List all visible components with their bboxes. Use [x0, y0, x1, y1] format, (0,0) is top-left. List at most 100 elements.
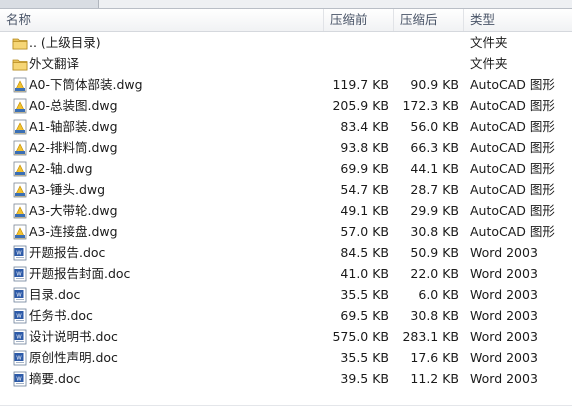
folder-icon — [12, 56, 28, 72]
list-bottom-divider — [0, 405, 572, 406]
file-size: 69.5 KB — [340, 308, 389, 323]
file-size: 575.0 KB — [332, 329, 389, 344]
file-size: 205.9 KB — [332, 98, 389, 113]
file-type: AutoCAD 图形 — [470, 224, 555, 239]
file-name: 外文翻译 — [29, 56, 80, 71]
folder-icon — [12, 35, 28, 51]
doc-file-icon: W — [12, 308, 28, 324]
file-name: A3-锤头.dwg — [29, 182, 106, 197]
file-size: 49.1 KB — [340, 203, 389, 218]
file-row[interactable]: W 开题报告.doc 84.5 KB 50.9 KB Word 2003 — [0, 242, 572, 263]
file-type: Word 2003 — [470, 266, 538, 281]
file-name: A2-轴.dwg — [29, 161, 93, 176]
file-size: 83.4 KB — [340, 119, 389, 134]
column-header-type[interactable]: 类型 — [464, 9, 572, 31]
file-compressed-size: 30.8 KB — [410, 224, 459, 239]
file-size — [324, 53, 389, 74]
file-compressed-size: 29.9 KB — [410, 203, 459, 218]
file-type: Word 2003 — [470, 350, 538, 365]
file-compressed-size: 283.1 KB — [402, 329, 459, 344]
file-name: .. (上级目录) — [29, 35, 101, 50]
column-header-compressed[interactable]: 压缩后 — [394, 9, 464, 31]
svg-text:W: W — [16, 293, 22, 299]
doc-file-icon: W — [12, 371, 28, 387]
file-compressed-size: 172.3 KB — [402, 98, 459, 113]
column-header: 名称 压缩前 压缩后 类型 — [0, 9, 572, 32]
svg-text:W: W — [16, 272, 22, 278]
dwg-file-icon — [12, 203, 28, 219]
dwg-file-icon — [12, 119, 28, 135]
file-row[interactable]: A2-轴.dwg 69.9 KB 44.1 KB AutoCAD 图形 — [0, 158, 572, 179]
file-row[interactable]: A3-大带轮.dwg 49.1 KB 29.9 KB AutoCAD 图形 — [0, 200, 572, 221]
file-type: AutoCAD 图形 — [470, 77, 555, 92]
dwg-file-icon — [12, 98, 28, 114]
file-compressed-size: 22.0 KB — [410, 266, 459, 281]
dwg-file-icon — [12, 161, 28, 177]
file-compressed-size — [394, 53, 459, 74]
file-row[interactable]: W 原创性声明.doc 35.5 KB 17.6 KB Word 2003 — [0, 347, 572, 368]
file-type: 文件夹 — [470, 35, 508, 50]
file-row[interactable]: .. (上级目录) 文件夹 — [0, 32, 572, 53]
file-name: 原创性声明.doc — [29, 350, 118, 365]
file-size — [324, 32, 389, 53]
file-name: A1-轴部装.dwg — [29, 119, 118, 134]
file-row[interactable]: W 摘要.doc 39.5 KB 11.2 KB Word 2003 — [0, 368, 572, 389]
file-compressed-size: 90.9 KB — [410, 77, 459, 92]
dwg-file-icon — [12, 224, 28, 240]
file-row[interactable]: W 任务书.doc 69.5 KB 30.8 KB Word 2003 — [0, 305, 572, 326]
file-compressed-size: 56.0 KB — [410, 119, 459, 134]
svg-text:W: W — [16, 335, 22, 341]
file-type: AutoCAD 图形 — [470, 98, 555, 113]
file-row[interactable]: W 设计说明书.doc 575.0 KB 283.1 KB Word 2003 — [0, 326, 572, 347]
file-row[interactable]: A0-下筒体部装.dwg 119.7 KB 90.9 KB AutoCAD 图形 — [0, 74, 572, 95]
file-size: 69.9 KB — [340, 161, 389, 176]
file-name: A3-大带轮.dwg — [29, 203, 118, 218]
file-row[interactable]: W 目录.doc 35.5 KB 6.0 KB Word 2003 — [0, 284, 572, 305]
window-top-bar — [0, 0, 572, 9]
file-name: 任务书.doc — [29, 308, 93, 323]
file-size: 35.5 KB — [340, 350, 389, 365]
column-header-size[interactable]: 压缩前 — [324, 9, 394, 31]
file-size: 41.0 KB — [340, 266, 389, 281]
file-type: AutoCAD 图形 — [470, 182, 555, 197]
file-compressed-size: 6.0 KB — [418, 287, 459, 302]
file-row[interactable]: A1-轴部装.dwg 83.4 KB 56.0 KB AutoCAD 图形 — [0, 116, 572, 137]
file-compressed-size: 50.9 KB — [410, 245, 459, 260]
file-row[interactable]: W 开题报告封面.doc 41.0 KB 22.0 KB Word 2003 — [0, 263, 572, 284]
doc-file-icon: W — [12, 287, 28, 303]
file-type: AutoCAD 图形 — [470, 203, 555, 218]
file-row[interactable]: A3-锤头.dwg 54.7 KB 28.7 KB AutoCAD 图形 — [0, 179, 572, 200]
file-type: Word 2003 — [470, 329, 538, 344]
file-compressed-size — [394, 32, 459, 53]
file-compressed-size: 66.3 KB — [410, 140, 459, 155]
doc-file-icon: W — [12, 245, 28, 261]
file-row[interactable]: A2-排料筒.dwg 93.8 KB 66.3 KB AutoCAD 图形 — [0, 137, 572, 158]
file-row[interactable]: A0-总装图.dwg 205.9 KB 172.3 KB AutoCAD 图形 — [0, 95, 572, 116]
file-size: 93.8 KB — [340, 140, 389, 155]
doc-file-icon: W — [12, 350, 28, 366]
dwg-file-icon — [12, 140, 28, 156]
file-name: A3-连接盘.dwg — [29, 224, 118, 239]
file-compressed-size: 11.2 KB — [410, 371, 459, 386]
column-header-name[interactable]: 名称 — [0, 9, 324, 31]
file-row[interactable]: 外文翻译 文件夹 — [0, 53, 572, 74]
file-compressed-size: 28.7 KB — [410, 182, 459, 197]
svg-text:W: W — [16, 356, 22, 362]
dwg-file-icon — [12, 182, 28, 198]
file-size: 57.0 KB — [340, 224, 389, 239]
file-name: 设计说明书.doc — [29, 329, 118, 344]
doc-file-icon: W — [12, 266, 28, 282]
file-list: .. (上级目录) 文件夹 外文翻译 文件夹 A0-下筒体部装.dwg 119.… — [0, 32, 572, 389]
file-size: 39.5 KB — [340, 371, 389, 386]
file-row[interactable]: A3-连接盘.dwg 57.0 KB 30.8 KB AutoCAD 图形 — [0, 221, 572, 242]
file-type: Word 2003 — [470, 245, 538, 260]
file-size: 119.7 KB — [332, 77, 389, 92]
svg-text:W: W — [16, 251, 22, 257]
file-type: AutoCAD 图形 — [470, 161, 555, 176]
file-size: 54.7 KB — [340, 182, 389, 197]
file-name: A0-下筒体部装.dwg — [29, 77, 143, 92]
file-type: Word 2003 — [470, 287, 538, 302]
file-compressed-size: 17.6 KB — [410, 350, 459, 365]
file-compressed-size: 44.1 KB — [410, 161, 459, 176]
file-type: Word 2003 — [470, 371, 538, 386]
